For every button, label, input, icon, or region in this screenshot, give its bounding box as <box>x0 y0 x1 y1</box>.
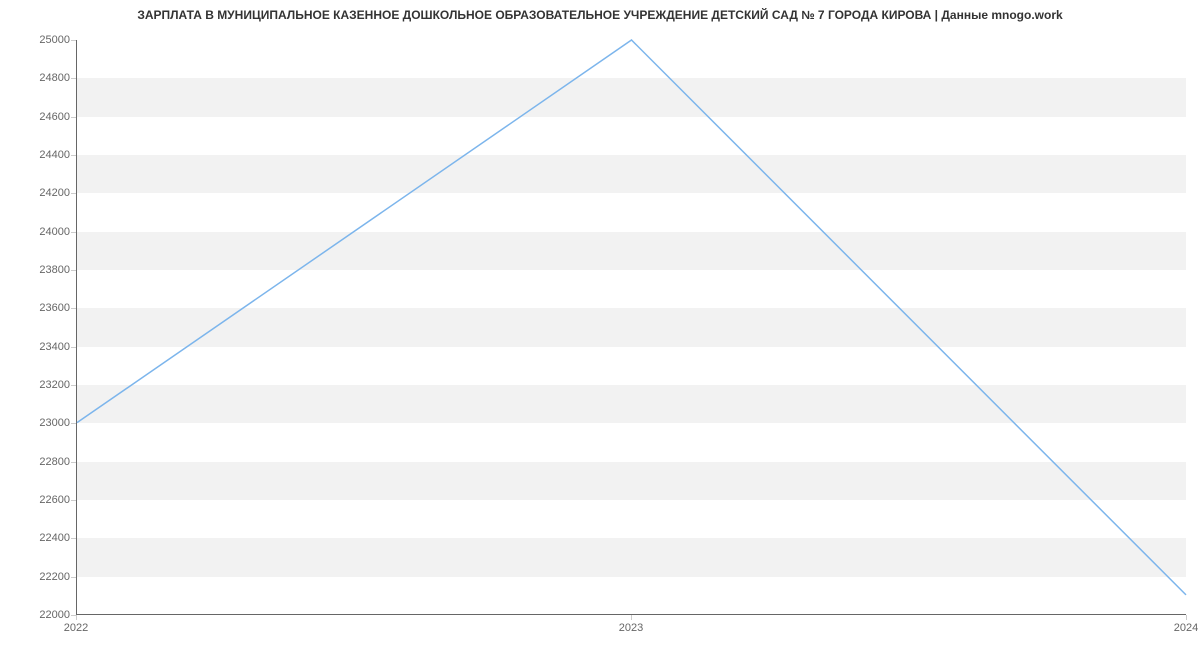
y-tick-label: 22400 <box>10 532 70 544</box>
y-tick-label: 25000 <box>10 34 70 46</box>
y-tick-mark <box>71 270 76 271</box>
y-tick-label: 22600 <box>10 494 70 506</box>
y-tick-label: 24600 <box>10 111 70 123</box>
y-tick-mark <box>71 577 76 578</box>
y-tick-label: 22000 <box>10 609 70 621</box>
chart-title: ЗАРПЛАТА В МУНИЦИПАЛЬНОЕ КАЗЕННОЕ ДОШКОЛ… <box>0 8 1200 22</box>
x-tick-label: 2022 <box>64 622 88 634</box>
y-tick-label: 22200 <box>10 571 70 583</box>
y-tick-label: 23200 <box>10 379 70 391</box>
y-tick-label: 23400 <box>10 341 70 353</box>
y-tick-mark <box>71 193 76 194</box>
y-tick-label: 23600 <box>10 302 70 314</box>
y-tick-label: 22800 <box>10 456 70 468</box>
plot-area <box>76 40 1186 615</box>
y-tick-label: 24200 <box>10 187 70 199</box>
y-tick-label: 24400 <box>10 149 70 161</box>
x-tick-label: 2024 <box>1174 622 1198 634</box>
y-tick-mark <box>71 155 76 156</box>
y-tick-label: 23000 <box>10 417 70 429</box>
x-tick-mark <box>76 615 77 620</box>
y-tick-mark <box>71 232 76 233</box>
y-tick-mark <box>71 78 76 79</box>
y-tick-mark <box>71 308 76 309</box>
y-tick-mark <box>71 347 76 348</box>
y-tick-mark <box>71 385 76 386</box>
x-tick-mark <box>631 615 632 620</box>
y-tick-mark <box>71 500 76 501</box>
y-tick-label: 24800 <box>10 72 70 84</box>
y-tick-mark <box>71 423 76 424</box>
y-tick-label: 24000 <box>10 226 70 238</box>
y-tick-label: 23800 <box>10 264 70 276</box>
x-tick-mark <box>1186 615 1187 620</box>
line-chart-svg <box>77 40 1186 614</box>
y-tick-mark <box>71 462 76 463</box>
y-tick-mark <box>71 117 76 118</box>
x-tick-label: 2023 <box>619 622 643 634</box>
data-line <box>77 40 1186 595</box>
y-tick-mark <box>71 40 76 41</box>
y-tick-mark <box>71 538 76 539</box>
